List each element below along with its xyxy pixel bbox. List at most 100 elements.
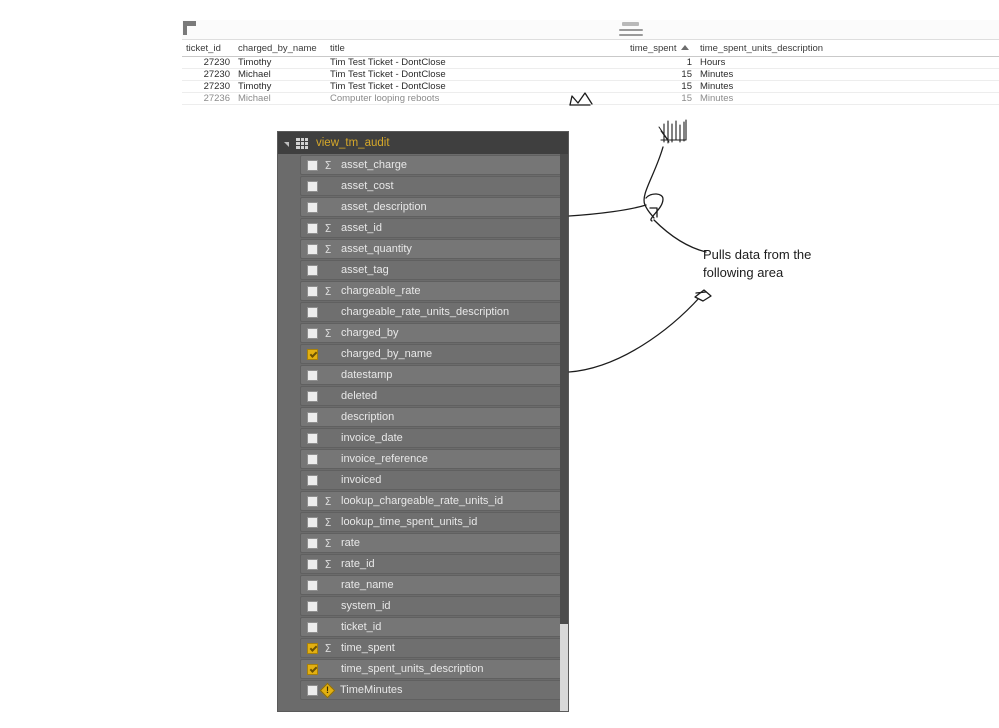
- field-row-asset_id[interactable]: Σasset_id: [300, 218, 562, 238]
- field-checkbox-time_spent_units_description[interactable]: [307, 663, 318, 675]
- sigma-aggregate-icon: Σ: [324, 158, 332, 172]
- field-label: asset_charge: [341, 159, 408, 171]
- field-list-header[interactable]: view_tm_audit: [278, 132, 568, 154]
- field-row-timeminutes[interactable]: TimeMinutes: [300, 680, 562, 700]
- select-all-corner-icon[interactable]: [183, 21, 196, 35]
- field-row-rate_name[interactable]: Σrate_name: [300, 575, 562, 595]
- column-header-ticket-id[interactable]: ticket_id: [182, 42, 234, 57]
- field-row-chargeable_rate[interactable]: Σchargeable_rate: [300, 281, 562, 301]
- field-checkbox-asset_id[interactable]: [307, 222, 318, 234]
- cell-title: Tim Test Ticket - DontClose: [326, 56, 626, 69]
- cell-time-spent-units: Minutes: [696, 80, 999, 93]
- field-checkbox-invoice_reference[interactable]: [307, 453, 318, 465]
- field-row-description[interactable]: Σdescription: [300, 407, 562, 427]
- field-row-chargeable_rate_units_description[interactable]: Σchargeable_rate_units_description: [300, 302, 562, 322]
- sigma-placeholder: Σ: [321, 348, 335, 361]
- field-row-time_spent[interactable]: Σtime_spent: [300, 638, 562, 658]
- field-checkbox-timeminutes[interactable]: [307, 684, 318, 696]
- field-checkbox-rate_id[interactable]: [307, 558, 318, 570]
- field-row-charged_by[interactable]: Σcharged_by: [300, 323, 562, 343]
- field-row-invoiced[interactable]: Σinvoiced: [300, 470, 562, 490]
- field-row-lookup_time_spent_units_id[interactable]: Σlookup_time_spent_units_id: [300, 512, 562, 532]
- field-row-system_id[interactable]: Σsystem_id: [300, 596, 562, 616]
- field-checkbox-chargeable_rate[interactable]: [307, 285, 318, 297]
- field-checkbox-lookup_time_spent_units_id[interactable]: [307, 516, 318, 528]
- sigma-aggregate-icon: Σ: [324, 515, 332, 529]
- table-row[interactable]: 27236 Michael Computer looping reboots 1…: [182, 92, 999, 105]
- cell-time-spent-units: Minutes: [696, 68, 999, 81]
- cell-charged-by-name: Michael: [234, 68, 326, 81]
- field-checkbox-asset_charge[interactable]: [307, 159, 318, 171]
- field-row-deleted[interactable]: Σdeleted: [300, 386, 562, 406]
- field-label: asset_tag: [341, 264, 389, 276]
- field-checkbox-rate_name[interactable]: [307, 579, 318, 591]
- field-checkbox-asset_description[interactable]: [307, 201, 318, 213]
- cell-ticket-id: 27236: [182, 92, 234, 105]
- field-row-asset_description[interactable]: Σasset_description: [300, 197, 562, 217]
- field-row-charged_by_name[interactable]: Σcharged_by_name: [300, 344, 562, 364]
- field-checkbox-invoice_date[interactable]: [307, 432, 318, 444]
- collapse-caret-icon[interactable]: [284, 141, 289, 147]
- cell-time-spent: 15: [626, 68, 696, 81]
- field-row-datestamp[interactable]: Σdatestamp: [300, 365, 562, 385]
- field-checkbox-system_id[interactable]: [307, 600, 318, 612]
- sigma-placeholder: Σ: [321, 621, 335, 634]
- field-label: system_id: [341, 600, 391, 612]
- field-label: lookup_chargeable_rate_units_id: [341, 495, 504, 507]
- field-checkbox-chargeable_rate_units_description[interactable]: [307, 306, 318, 318]
- vertical-scrollbar-thumb[interactable]: [560, 154, 568, 624]
- table-row[interactable]: 27230 Timothy Tim Test Ticket - DontClos…: [182, 80, 999, 93]
- field-checkbox-ticket_id[interactable]: [307, 621, 318, 633]
- column-header-charged-by-name[interactable]: charged_by_name: [234, 42, 326, 57]
- annotation-line-to-panel-upper: [568, 204, 647, 217]
- field-checkbox-deleted[interactable]: [307, 390, 318, 402]
- field-row-rate[interactable]: Σrate: [300, 533, 562, 553]
- cell-time-spent: 1: [626, 56, 696, 69]
- field-label: asset_id: [341, 222, 382, 234]
- sigma-placeholder: Σ: [321, 411, 335, 424]
- field-checkbox-description[interactable]: [307, 411, 318, 423]
- field-checkbox-time_spent[interactable]: [307, 642, 318, 654]
- sigma-aggregate-icon: Σ: [324, 641, 332, 655]
- column-header-time-spent-label: time_spent: [630, 43, 677, 54]
- column-header-title[interactable]: title: [326, 42, 626, 57]
- field-label: TimeMinutes: [340, 684, 403, 696]
- field-row-ticket_id[interactable]: Σticket_id: [300, 617, 562, 637]
- sigma-placeholder: Σ: [321, 474, 335, 487]
- annotation-curve-to-caption: [653, 219, 707, 253]
- sigma-aggregate-icon: Σ: [324, 557, 332, 571]
- column-header-time-spent[interactable]: time_spent: [626, 42, 696, 57]
- field-row-lookup_chargeable_rate_units_id[interactable]: Σlookup_chargeable_rate_units_id: [300, 491, 562, 511]
- sigma-placeholder: Σ: [321, 432, 335, 445]
- field-checkbox-lookup_chargeable_rate_units_id[interactable]: [307, 495, 318, 507]
- table-row[interactable]: 27230 Michael Tim Test Ticket - DontClos…: [182, 68, 999, 81]
- results-table: ticket_id charged_by_name title time_spe…: [182, 42, 999, 105]
- column-header-time-spent-units-description[interactable]: time_spent_units_description: [696, 42, 999, 57]
- field-checkbox-charged_by_name[interactable]: [307, 348, 318, 360]
- data-grid-panel: ticket_id charged_by_name title time_spe…: [182, 20, 999, 105]
- field-checkbox-datestamp[interactable]: [307, 369, 318, 381]
- annotation-note-line-1: Pulls data from the: [703, 247, 812, 262]
- field-checkbox-asset_tag[interactable]: [307, 264, 318, 276]
- annotation-scribble: [663, 120, 685, 144]
- hamburger-menu-icon[interactable]: [619, 22, 643, 38]
- table-row[interactable]: 27230 Timothy Tim Test Ticket - DontClos…: [182, 56, 999, 69]
- field-checkbox-charged_by[interactable]: [307, 327, 318, 339]
- annotation-curve-upper: [643, 146, 664, 219]
- field-label: invoice_date: [341, 432, 403, 444]
- field-row-asset_charge[interactable]: Σasset_charge: [300, 155, 562, 175]
- field-row-invoice_reference[interactable]: Σinvoice_reference: [300, 449, 562, 469]
- field-checkbox-asset_quantity[interactable]: [307, 243, 318, 255]
- field-row-rate_id[interactable]: Σrate_id: [300, 554, 562, 574]
- field-label: asset_quantity: [341, 243, 412, 255]
- field-checkbox-invoiced[interactable]: [307, 474, 318, 486]
- field-row-invoice_date[interactable]: Σinvoice_date: [300, 428, 562, 448]
- grid-toolbar-strip: [182, 20, 999, 40]
- field-row-asset_tag[interactable]: Σasset_tag: [300, 260, 562, 280]
- field-checkbox-asset_cost[interactable]: [307, 180, 318, 192]
- field-label: ticket_id: [341, 621, 382, 633]
- field-row-asset_quantity[interactable]: Σasset_quantity: [300, 239, 562, 259]
- field-checkbox-rate[interactable]: [307, 537, 318, 549]
- field-row-asset_cost[interactable]: Σasset_cost: [300, 176, 562, 196]
- field-row-time_spent_units_description[interactable]: Σtime_spent_units_description: [300, 659, 562, 679]
